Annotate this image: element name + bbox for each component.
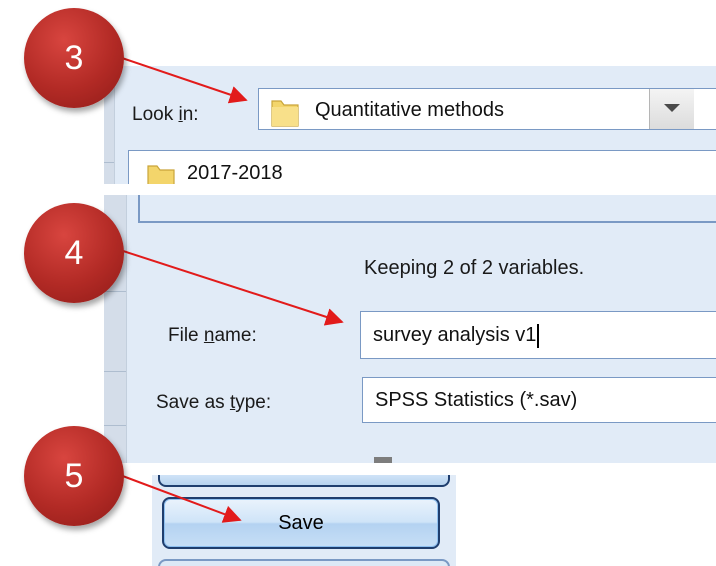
dropdown-button[interactable] xyxy=(649,89,694,129)
save-button[interactable]: Save xyxy=(162,497,440,549)
look-in-dropdown[interactable]: Quantitative methods xyxy=(258,88,716,130)
keeping-variables-status: Keeping 2 of 2 variables. xyxy=(364,257,585,279)
checkbox[interactable] xyxy=(374,457,392,463)
save-as-type-label: Save as type: xyxy=(156,392,272,413)
save-button-panel: Save xyxy=(152,475,456,566)
text-caret xyxy=(537,323,540,348)
look-in-label: Look in: xyxy=(132,104,199,125)
folder-icon xyxy=(271,100,299,127)
look-in-value: Quantitative methods xyxy=(315,99,504,121)
save-options-panel: Keeping 2 of 2 variables. File name: sur… xyxy=(104,195,716,463)
save-as-type-select[interactable]: SPSS Statistics (*.sav) xyxy=(362,377,716,423)
save-as-type-value: SPSS Statistics (*.sav) xyxy=(375,389,578,411)
file-name-label: File name: xyxy=(168,325,257,346)
step-5-badge: 5 xyxy=(24,426,124,526)
file-list-item-label[interactable]: 2017-2018 xyxy=(187,162,283,184)
file-list[interactable]: 2017-2018 xyxy=(128,150,716,184)
look-in-panel: Look in: Quantitative methods 2017-2018 xyxy=(104,66,716,184)
button-edge xyxy=(158,475,450,487)
folder-icon xyxy=(147,165,175,184)
file-name-value: survey analysis v1 xyxy=(373,324,537,346)
step-4-badge: 4 xyxy=(24,203,124,303)
variables-box-edge xyxy=(138,195,716,223)
button-edge xyxy=(158,559,450,566)
chevron-down-icon xyxy=(664,104,680,112)
step-3-badge: 3 xyxy=(24,8,124,108)
file-name-input[interactable]: survey analysis v1 xyxy=(360,311,716,359)
